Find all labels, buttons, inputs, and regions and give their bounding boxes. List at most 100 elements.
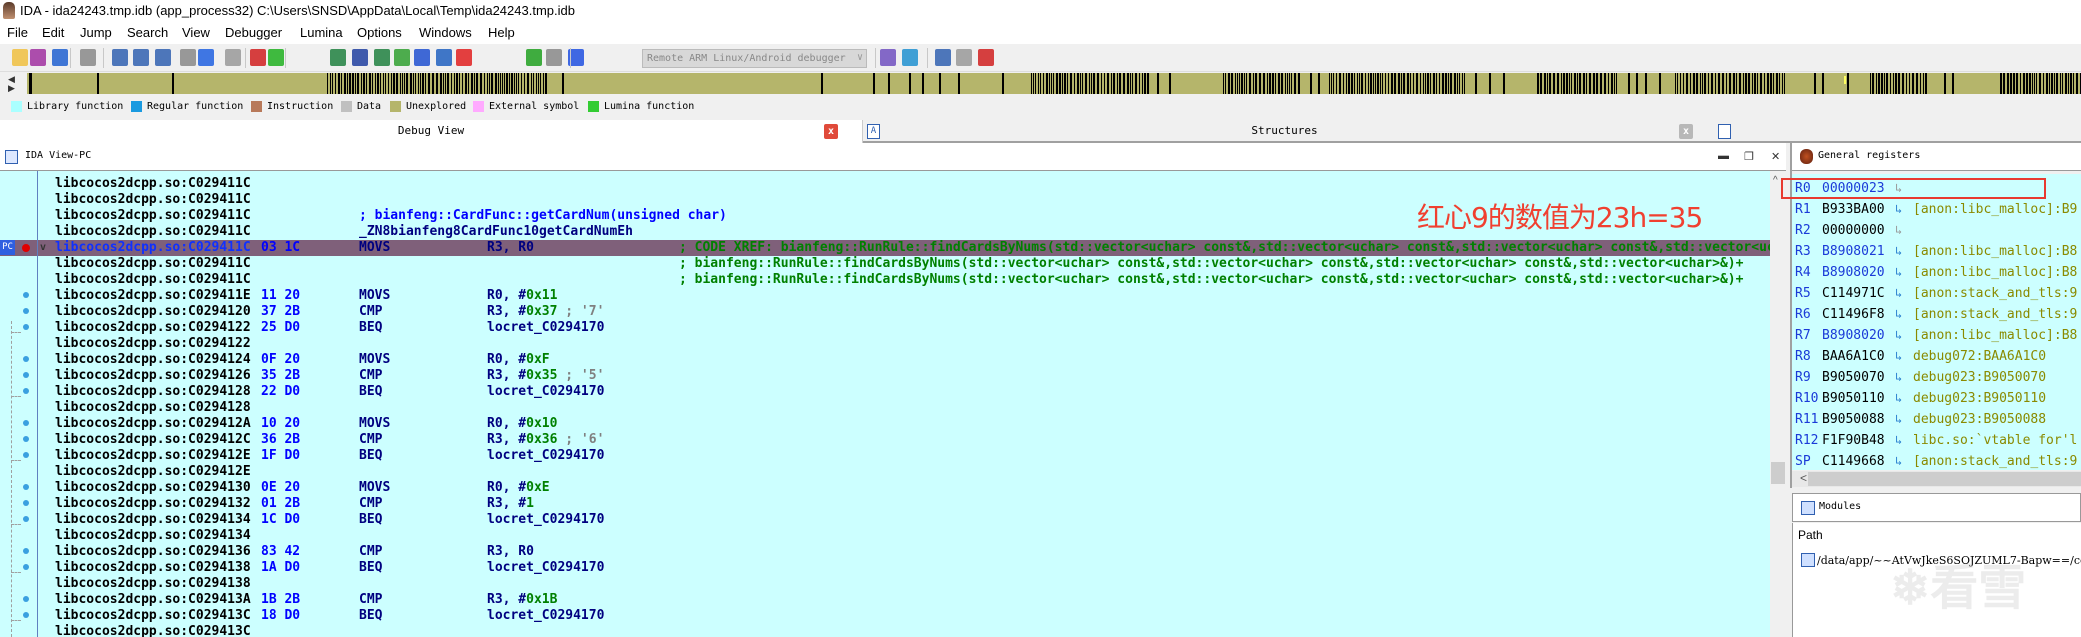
text-icon[interactable] xyxy=(133,49,149,66)
binary-icon[interactable] xyxy=(155,49,171,66)
run-icon[interactable] xyxy=(526,49,542,66)
register-value[interactable]: C11496F8 xyxy=(1822,304,1885,325)
register-row[interactable]: R3 B8908021 ↳ [anon:libc_malloc]:B8 xyxy=(1792,241,2081,262)
undefine-icon[interactable] xyxy=(456,49,472,66)
register-hint[interactable]: [anon:stack_and_tls:9 xyxy=(1913,451,2077,470)
register-value[interactable]: F1F90B48 xyxy=(1822,430,1885,451)
breakpoint-list-icon[interactable] xyxy=(935,49,951,66)
current-line[interactable]: libcocos2dcpp.so:C029411C 03 1C MOVS R3, R0… xyxy=(0,240,1770,256)
scrollbar-thumb[interactable] xyxy=(1771,462,1785,484)
menu-jump[interactable]: Jump xyxy=(80,25,112,40)
nav-band-arrows[interactable]: ◀ ▶ xyxy=(8,75,15,93)
step-over-icon[interactable] xyxy=(902,49,918,66)
disassembly-listing[interactable]: libcocos2dcpp.so:C029411C libcocos2dcpp.s… xyxy=(0,171,1770,637)
register-hint[interactable]: [anon:stack_and_tls:9 xyxy=(1913,283,2077,304)
register-row[interactable]: SP C1149668 ↳ [anon:stack_and_tls:9 xyxy=(1792,451,2081,470)
register-value[interactable]: B9050088 xyxy=(1822,409,1885,430)
register-hint[interactable]: debug023:B9050088 xyxy=(1913,409,2046,430)
code-line[interactable]: libcocos2dcpp.so:C0294136 83 42 CMP R3, R0 xyxy=(0,544,1770,560)
code-line[interactable]: libcocos2dcpp.so:C029411C ; bianfeng::Run… xyxy=(0,256,1770,272)
jump-arrow-icon[interactable]: ↳ xyxy=(1895,388,1902,409)
instruction-dot[interactable] xyxy=(23,500,29,506)
search-next-icon[interactable] xyxy=(180,49,196,66)
registers-hscrollbar[interactable]: < xyxy=(1792,471,2081,487)
close-icon[interactable]: ✕ xyxy=(1771,150,1780,163)
register-value[interactable]: C114971C xyxy=(1822,283,1885,304)
register-row[interactable]: R6 C11496F8 ↳ [anon:stack_and_tls:9 xyxy=(1792,304,2081,325)
hex-icon[interactable] xyxy=(112,49,128,66)
close-icon[interactable]: x xyxy=(824,124,838,139)
code-line[interactable]: libcocos2dcpp.so:C029411C xyxy=(0,176,1770,192)
instruction-dot[interactable] xyxy=(23,484,29,490)
register-row[interactable]: R12 F1F90B48 ↳ libc.so:`vtable for'l xyxy=(1792,430,2081,451)
pause-icon[interactable] xyxy=(546,49,562,66)
close-icon[interactable]: x xyxy=(1679,124,1693,139)
debugger-select[interactable]: Remote ARM Linux/Android debugger ∨ xyxy=(642,49,867,68)
collapse-icon[interactable]: v xyxy=(40,240,46,256)
delete-breakpoint-icon[interactable] xyxy=(978,49,994,66)
register-row[interactable]: R4 B8908020 ↳ [anon:libc_malloc]:B8 xyxy=(1792,262,2081,283)
instruction-dot[interactable] xyxy=(23,372,29,378)
jump-arrow-icon[interactable]: ↳ xyxy=(1895,262,1902,283)
register-value[interactable]: B9050070 xyxy=(1822,367,1885,388)
register-hint[interactable]: [anon:libc_malloc]:B8 xyxy=(1913,325,2077,346)
forward-icon[interactable] xyxy=(80,49,96,66)
menu-view[interactable]: View xyxy=(182,25,210,40)
instruction-dot[interactable] xyxy=(23,436,29,442)
register-row[interactable]: R9 B9050070 ↳ debug023:B9050070 xyxy=(1792,367,2081,388)
code-line[interactable]: libcocos2dcpp.so:C0294134 xyxy=(0,528,1770,544)
navigation-band[interactable] xyxy=(27,73,2081,94)
register-row[interactable]: R10 B9050110 ↳ debug023:B9050110 xyxy=(1792,388,2081,409)
code-line[interactable]: libcocos2dcpp.so:C0294130 0E 20 MOVS R0, #0… xyxy=(0,480,1770,496)
xref-comment[interactable]: ; CODE XREF: bianfeng::RunRule::findCard… xyxy=(679,240,1770,256)
jump-arrow-icon[interactable]: ↳ xyxy=(1895,220,1902,241)
register-value[interactable]: B8908021 xyxy=(1822,241,1885,262)
scroll-left-icon[interactable]: < xyxy=(1800,471,1807,485)
register-hint[interactable]: [anon:libc_malloc]:B8 xyxy=(1913,262,2077,283)
breakpoint-icon[interactable] xyxy=(22,244,30,252)
step-into-icon[interactable] xyxy=(880,49,896,66)
register-hint[interactable]: debug072:BAA6A1C0 xyxy=(1913,346,2046,367)
menu-debugger[interactable]: Debugger xyxy=(225,25,282,40)
register-list[interactable]: R0 00000023 ↳ R1 B933BA00 ↳ [anon:libc_malloc]… xyxy=(1792,174,2081,470)
register-value[interactable]: 00000000 xyxy=(1822,220,1885,241)
register-row[interactable]: R2 00000000 ↳ xyxy=(1792,220,2081,241)
vertical-scrollbar[interactable]: ^ xyxy=(1770,171,1786,637)
minimize-icon[interactable]: ▬ xyxy=(1718,150,1729,162)
jump-arrow-icon[interactable]: ↳ xyxy=(1895,367,1902,388)
xref-comment[interactable]: ; bianfeng::RunRule::findCardsByNums(std… xyxy=(679,256,1743,272)
menu-edit[interactable]: Edit xyxy=(42,25,64,40)
instruction-dot[interactable] xyxy=(23,596,29,602)
register-hint[interactable]: [anon:libc_malloc]:B9 xyxy=(1913,199,2077,220)
jump-arrow-icon[interactable]: ↳ xyxy=(1895,283,1902,304)
instruction-dot[interactable] xyxy=(23,324,29,330)
xref-comment[interactable]: ; bianfeng::RunRule::findCardsByNums(std… xyxy=(679,272,1743,288)
register-value[interactable]: BAA6A1C0 xyxy=(1822,346,1885,367)
jump-arrow-icon[interactable]: ↳ xyxy=(1895,199,1902,220)
back-icon[interactable] xyxy=(52,49,68,66)
register-value[interactable]: B9050110 xyxy=(1822,388,1885,409)
add-breakpoint-icon[interactable] xyxy=(956,49,972,66)
register-value[interactable]: B8908020 xyxy=(1822,262,1885,283)
make-array-icon[interactable] xyxy=(414,49,430,66)
menu-windows[interactable]: Windows xyxy=(419,25,472,40)
instruction-dot[interactable] xyxy=(23,308,29,314)
jump-down-icon[interactable] xyxy=(198,49,214,66)
menu-lumina[interactable]: Lumina xyxy=(300,25,343,40)
open-icon[interactable] xyxy=(12,49,28,66)
scroll-up-icon[interactable]: ^ xyxy=(1773,175,1778,186)
instruction-dot[interactable] xyxy=(23,420,29,426)
code-line[interactable]: libcocos2dcpp.so:C029412E xyxy=(0,464,1770,480)
code-line[interactable]: libcocos2dcpp.so:C0294132 01 2B CMP R3, #1 xyxy=(0,496,1770,512)
code-line[interactable]: libcocos2dcpp.so:C0294128 22 D0 BEQ locret_… xyxy=(0,384,1770,400)
register-hint[interactable]: debug023:B9050110 xyxy=(1913,388,2046,409)
code-line[interactable]: libcocos2dcpp.so:C029412A 10 20 MOVS R0, #0… xyxy=(0,416,1770,432)
menu-search[interactable]: Search xyxy=(127,25,168,40)
register-row[interactable]: R8 BAA6A1C0 ↳ debug072:BAA6A1C0 xyxy=(1792,346,2081,367)
code-line[interactable]: libcocos2dcpp.so:C0294122 25 D0 BEQ locret_… xyxy=(0,320,1770,336)
jump-arrow-icon[interactable]: ↳ xyxy=(1895,241,1902,262)
code-line[interactable]: libcocos2dcpp.so:C029411E 11 20 MOVS R0, #0… xyxy=(0,288,1770,304)
register-row[interactable]: R1 B933BA00 ↳ [anon:libc_malloc]:B9 xyxy=(1792,199,2081,220)
code-line[interactable]: libcocos2dcpp.so:C0294124 0F 20 MOVS R0, #0… xyxy=(0,352,1770,368)
instruction-dot[interactable] xyxy=(23,516,29,522)
